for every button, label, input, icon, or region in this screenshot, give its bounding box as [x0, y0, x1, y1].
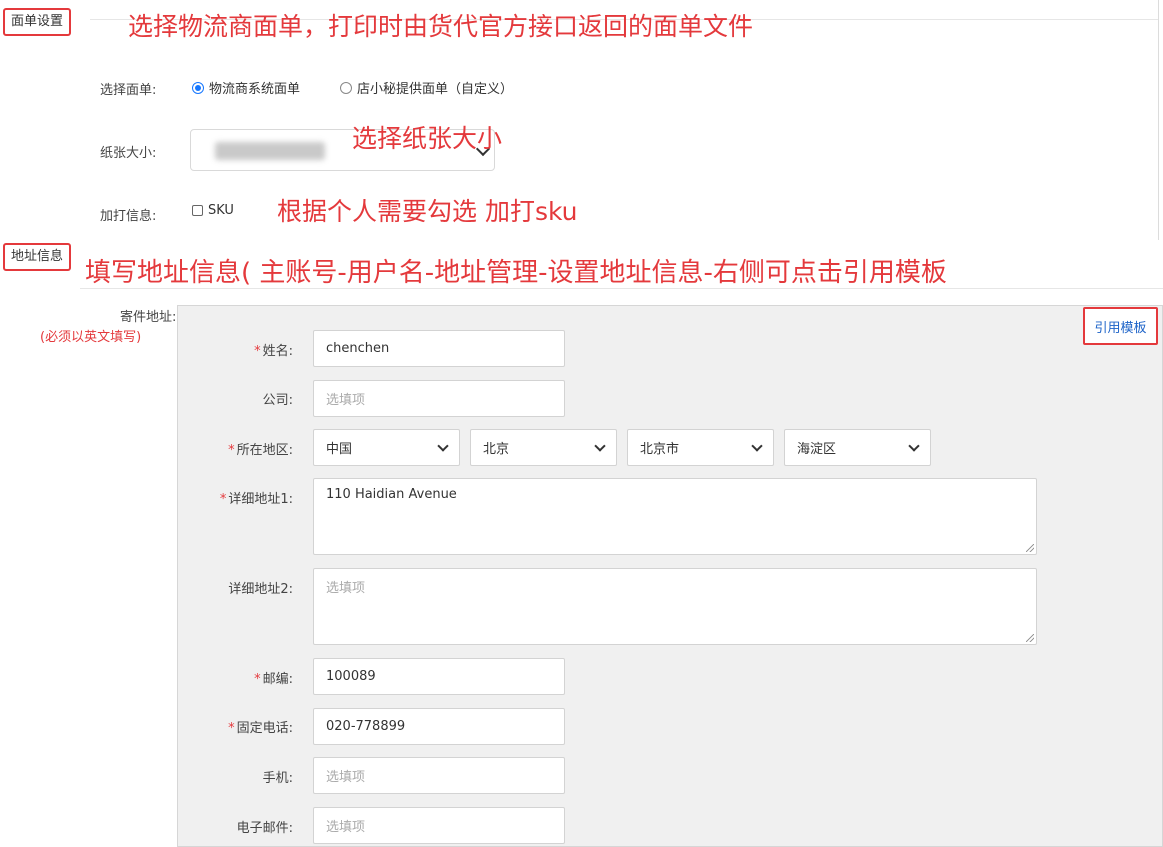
address1-textarea[interactable]: 110 Haidian Avenue: [313, 478, 1037, 555]
chevron-down-icon: [437, 439, 449, 452]
address2-label: 详细地址2:: [228, 582, 293, 597]
radio-checked-icon: [192, 81, 204, 94]
region-label: * 所在地区:: [173, 439, 293, 458]
phone-input[interactable]: 020-778899: [313, 708, 565, 745]
radio-unchecked-icon: [340, 81, 352, 94]
section-tag-form-settings: 面单设置: [3, 8, 72, 36]
radio-option-custom[interactable]: 店小秘提供面单（自定义）: [340, 78, 513, 97]
name-label-text: 姓名:: [262, 344, 293, 359]
sku-checkbox[interactable]: SKU: [192, 203, 234, 218]
address1-value: 110 Haidian Avenue: [326, 487, 457, 502]
region-label-text: 所在地区:: [236, 443, 293, 458]
company-label: 公司:: [262, 393, 293, 408]
right-divider: [1158, 0, 1159, 240]
required-mark: *: [254, 344, 261, 359]
phone-label-text: 固定电话:: [236, 721, 293, 736]
country-value: 中国: [326, 442, 353, 457]
required-mark: *: [228, 443, 235, 458]
section-tag-address-info: 地址信息: [3, 243, 72, 271]
name-input[interactable]: chenchen: [313, 330, 565, 367]
chevron-down-icon: [594, 439, 606, 452]
annotation-extra-info: 根据个人需要勾选 加打sku: [277, 197, 578, 226]
name-label: * 姓名:: [173, 340, 293, 359]
email-input[interactable]: 选填项: [313, 807, 565, 844]
checkbox-icon: [192, 205, 203, 216]
address-divider: [80, 288, 1163, 289]
sender-address-label: 寄件地址:: [120, 310, 177, 325]
annotation-address-info: 填写地址信息( 主账号-用户名-地址管理-设置地址信息-右侧可点击引用模板: [85, 258, 947, 288]
address1-label-text: 详细地址1:: [228, 492, 293, 507]
chevron-down-icon: [751, 439, 763, 452]
chevron-down-icon: [908, 439, 920, 452]
required-mark: *: [219, 492, 227, 507]
paper-size-label: 纸张大小:: [100, 146, 157, 161]
address2-textarea[interactable]: 选填项: [313, 568, 1037, 645]
select-form-label: 选择面单:: [100, 83, 157, 98]
postcode-input[interactable]: 100089: [313, 658, 565, 695]
radio-option-logistics-label: 物流商系统面单: [209, 82, 301, 97]
city-select[interactable]: 北京市: [627, 429, 774, 466]
postcode-label-text: 邮编:: [262, 672, 293, 687]
address2-placeholder: 选填项: [326, 581, 366, 596]
email-label: 电子邮件:: [236, 821, 293, 836]
resize-handle-icon[interactable]: [1026, 634, 1034, 642]
province-value: 北京: [483, 442, 510, 457]
annotation-paper-size: 选择纸张大小: [352, 124, 503, 153]
mobile-input[interactable]: 选填项: [313, 757, 565, 794]
province-select[interactable]: 北京: [470, 429, 617, 466]
resize-handle-icon[interactable]: [1026, 544, 1034, 552]
city-value: 北京市: [640, 442, 680, 457]
district-value: 海淀区: [797, 442, 837, 457]
phone-label: * 固定电话:: [173, 717, 293, 736]
postcode-label: * 邮编:: [173, 668, 293, 687]
paper-size-value-blurred: [215, 142, 325, 160]
annotation-form-settings: 选择物流商面单，打印时由货代官方接口返回的面单文件: [128, 12, 754, 41]
required-mark: *: [254, 672, 261, 687]
sender-address-note: (必须以英文填写): [40, 330, 142, 345]
sku-checkbox-label: SKU: [208, 203, 234, 218]
company-input[interactable]: 选填项: [313, 380, 565, 417]
required-mark: *: [228, 721, 235, 736]
address1-label: * 详细地址1:: [173, 488, 293, 507]
cite-template-button[interactable]: 引用模板: [1083, 307, 1158, 345]
mobile-label: 手机:: [262, 771, 293, 786]
extra-info-label: 加打信息:: [100, 209, 157, 224]
country-select[interactable]: 中国: [313, 429, 460, 466]
radio-option-logistics[interactable]: 物流商系统面单: [192, 78, 300, 97]
radio-option-custom-label: 店小秘提供面单（自定义）: [357, 82, 514, 97]
district-select[interactable]: 海淀区: [784, 429, 931, 466]
